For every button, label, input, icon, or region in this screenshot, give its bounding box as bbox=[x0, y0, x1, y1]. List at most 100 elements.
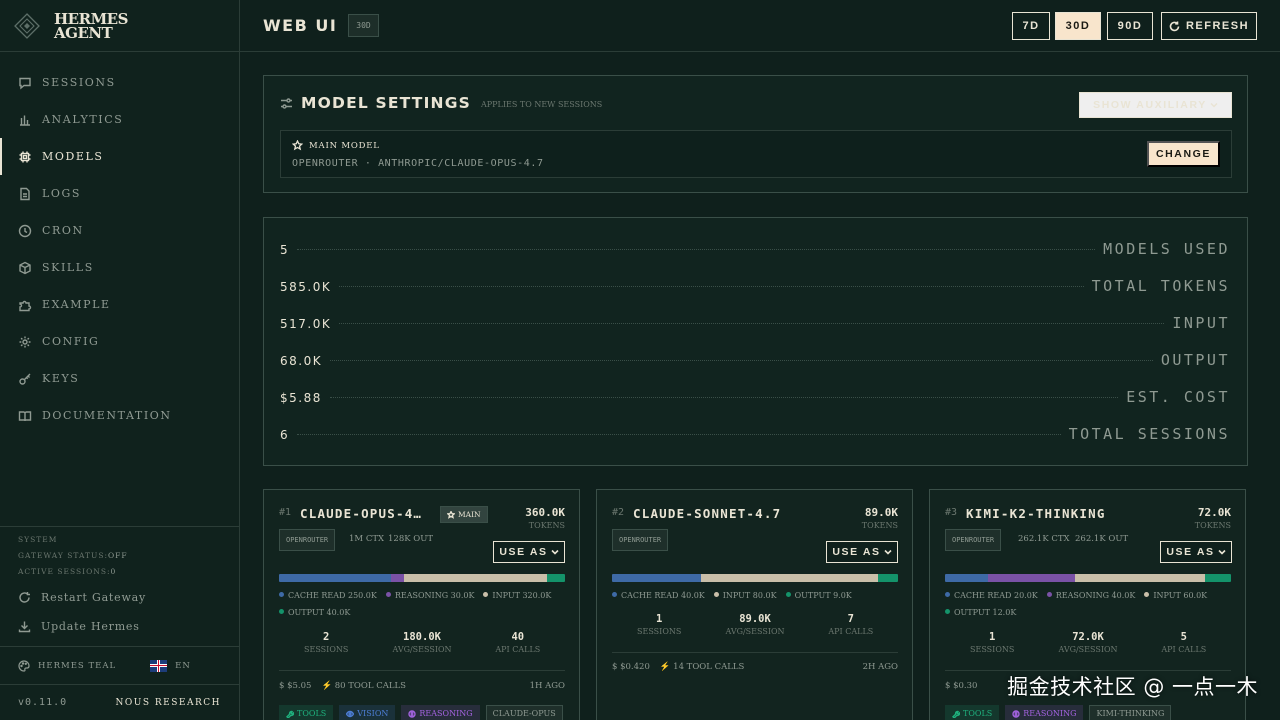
chat-icon bbox=[19, 77, 31, 89]
settings-header: MODEL SETTINGS APPLIES TO NEW SESSIONS bbox=[280, 94, 602, 112]
main-model-value: OPENROUTER · ANTHROPIC/CLAUDE-OPUS-4.7 bbox=[292, 158, 544, 169]
bar-segment-cache bbox=[612, 574, 701, 582]
sidebar-nav: SESSIONS ANALYTICS MODELS LOGS CRON SKIL… bbox=[0, 52, 239, 434]
bar-segment-input bbox=[1074, 574, 1205, 582]
sidebar-item-cron[interactable]: CRON bbox=[0, 212, 239, 249]
kpi-avg-session: 89.0K AVG/SESSION bbox=[725, 613, 785, 636]
main-model-row: MAIN MODEL OPENROUTER · ANTHROPIC/CLAUDE… bbox=[280, 130, 1232, 178]
sidebar-item-label: LOGS bbox=[42, 187, 82, 200]
wrench-icon bbox=[286, 710, 294, 718]
legend-item-reasoning: REASONING 30.0K bbox=[385, 587, 474, 604]
legend-item-reasoning: REASONING 40.0K bbox=[1046, 587, 1135, 604]
card-footer: $ $5.05 ⚡ 80 TOOL CALLS 1H AGO bbox=[279, 681, 565, 691]
use-as-button[interactable]: USE AS bbox=[826, 541, 898, 563]
card-footer: $ $0.420 ⚡ 14 TOOL CALLS 2H AGO bbox=[612, 662, 898, 672]
sidebar-item-example[interactable]: EXAMPLE bbox=[0, 286, 239, 323]
use-as-button[interactable]: USE AS bbox=[1160, 541, 1232, 563]
sidebar-item-config[interactable]: CONFIG bbox=[0, 323, 239, 360]
sidebar-item-analytics[interactable]: ANALYTICS bbox=[0, 101, 239, 138]
sidebar-item-keys[interactable]: KEYS bbox=[0, 360, 239, 397]
sidebar-item-label: EXAMPLE bbox=[42, 298, 111, 311]
sidebar-item-sessions[interactable]: SESSIONS bbox=[0, 64, 239, 101]
palette-icon bbox=[18, 659, 30, 672]
capability-tag: REASONING bbox=[401, 705, 480, 720]
brain-icon bbox=[1012, 709, 1020, 718]
model-settings-panel: MODEL SETTINGS APPLIES TO NEW SESSIONS S… bbox=[263, 75, 1248, 193]
capability-tag: CLAUDE-OPUS bbox=[485, 705, 563, 720]
sidebar: HERMES AGENT SESSIONS ANALYTICS MODELS L… bbox=[0, 0, 240, 720]
key-icon bbox=[19, 373, 31, 385]
system-heading: SYSTEM bbox=[18, 535, 58, 544]
stat-output: 68.0K OUTPUT bbox=[280, 351, 1230, 369]
eye-icon bbox=[346, 710, 355, 717]
gateway-status: GATEWAY STATUS:OFF bbox=[18, 551, 128, 560]
kpi-api-calls: 5 API CALLS bbox=[1161, 631, 1207, 654]
puzzle-icon bbox=[19, 300, 32, 311]
org-name[interactable]: NOUS RESEARCH bbox=[116, 698, 221, 708]
app-name: HERMES AGENT bbox=[54, 9, 128, 42]
theme-selector[interactable]: HERMES TEAL bbox=[38, 661, 116, 671]
sidebar-item-label: DOCUMENTATION bbox=[42, 409, 172, 422]
brand[interactable]: HERMES AGENT bbox=[0, 0, 239, 52]
provider-badge: OPENROUTER bbox=[279, 529, 336, 551]
legend-item-cache: CACHE READ 40.0K bbox=[612, 587, 705, 604]
sidebar-item-models[interactable]: MODELS bbox=[0, 138, 239, 175]
legend-item-cache: CACHE READ 250.0K bbox=[279, 587, 377, 604]
sidebar-item-documentation[interactable]: DOCUMENTATION bbox=[0, 397, 239, 434]
last-used: 1H AGO bbox=[529, 681, 565, 691]
model-rank: #2 bbox=[612, 507, 625, 518]
chevron-down-icon bbox=[884, 549, 892, 555]
range-90d-button[interactable]: 90D bbox=[1107, 12, 1153, 40]
show-auxiliary-button[interactable]: SHOW AUXILIARY bbox=[1079, 92, 1232, 118]
use-as-button[interactable]: USE AS bbox=[493, 541, 565, 563]
sidebar-item-skills[interactable]: SKILLS bbox=[0, 249, 239, 286]
language-selector[interactable]: EN bbox=[175, 661, 191, 671]
active-sessions: ACTIVE SESSIONS:0 bbox=[18, 567, 117, 576]
app-version: v0.11.0 bbox=[18, 697, 68, 708]
refresh-button[interactable]: REFRESH bbox=[1161, 12, 1257, 40]
sidebar-footer: v0.11.0 NOUS RESEARCH bbox=[0, 684, 239, 720]
provider-badge: OPENROUTER bbox=[612, 529, 669, 551]
stat-total-sessions: 6 TOTAL SESSIONS bbox=[280, 425, 1230, 443]
token-legend: CACHE READ 20.0K REASONING 40.0K INPUT 60.… bbox=[945, 587, 1235, 621]
stat-total-tokens: 585.0K TOTAL TOKENS bbox=[280, 277, 1230, 295]
token-count: 72.0K TOKENS bbox=[1194, 506, 1231, 530]
provider-badge: OPENROUTER bbox=[945, 529, 1002, 551]
kpi-avg-session: 72.0K AVG/SESSION bbox=[1058, 631, 1118, 654]
context-size: 262.1K CTX bbox=[1018, 534, 1070, 544]
sidebar-item-label: CRON bbox=[42, 224, 84, 237]
page-title: WEB UI bbox=[263, 16, 338, 35]
legend-item-output: OUTPUT 9.0K bbox=[785, 587, 852, 604]
token-breakdown-bar bbox=[279, 574, 565, 582]
gateway-status-value: OFF bbox=[107, 551, 128, 560]
model-name: KIMI-K2-THINKING bbox=[966, 506, 1106, 521]
restart-gateway-button[interactable]: Restart Gateway bbox=[18, 583, 221, 612]
package-icon bbox=[19, 261, 31, 274]
kpi-api-calls: 7 API CALLS bbox=[828, 613, 874, 636]
card-kpis: 1 SESSIONS 89.0K AVG/SESSION 7 API CALLS bbox=[612, 613, 898, 636]
divider bbox=[612, 652, 898, 653]
token-count: 89.0K TOKENS bbox=[861, 506, 898, 530]
star-icon bbox=[447, 510, 455, 519]
bar-segment-cache bbox=[945, 574, 989, 582]
sidebar-item-label: CONFIG bbox=[42, 335, 100, 348]
bar-segment-input bbox=[404, 574, 548, 582]
kpi-sessions: 2 SESSIONS bbox=[304, 631, 349, 654]
divider bbox=[279, 670, 565, 671]
watermark: 掘金技术社区 @ 一点一木 bbox=[1007, 675, 1258, 699]
hermes-logo-icon bbox=[14, 12, 40, 39]
sidebar-item-logs[interactable]: LOGS bbox=[0, 175, 239, 212]
token-breakdown-bar bbox=[612, 574, 898, 582]
range-7d-button[interactable]: 7D bbox=[1012, 12, 1050, 40]
active-sessions-value: 0 bbox=[110, 567, 117, 576]
est-cost: $ $0.30 bbox=[945, 681, 978, 691]
system-status: SYSTEM GATEWAY STATUS:OFF ACTIVE SESSION… bbox=[0, 526, 239, 641]
range-30d-button[interactable]: 30D bbox=[1055, 12, 1101, 40]
legend-item-input: INPUT 60.0K bbox=[1144, 587, 1207, 604]
stat-input: 517.0K INPUT bbox=[280, 314, 1230, 332]
capability-tags: TOOLS VISION REASONING CLAUDE-OPUS bbox=[279, 705, 563, 720]
change-model-button[interactable]: CHANGE bbox=[1147, 141, 1220, 167]
kpi-avg-session: 180.0K AVG/SESSION bbox=[392, 631, 452, 654]
update-hermes-button[interactable]: Update Hermes bbox=[18, 612, 221, 641]
bar-segment-output bbox=[1204, 574, 1231, 582]
